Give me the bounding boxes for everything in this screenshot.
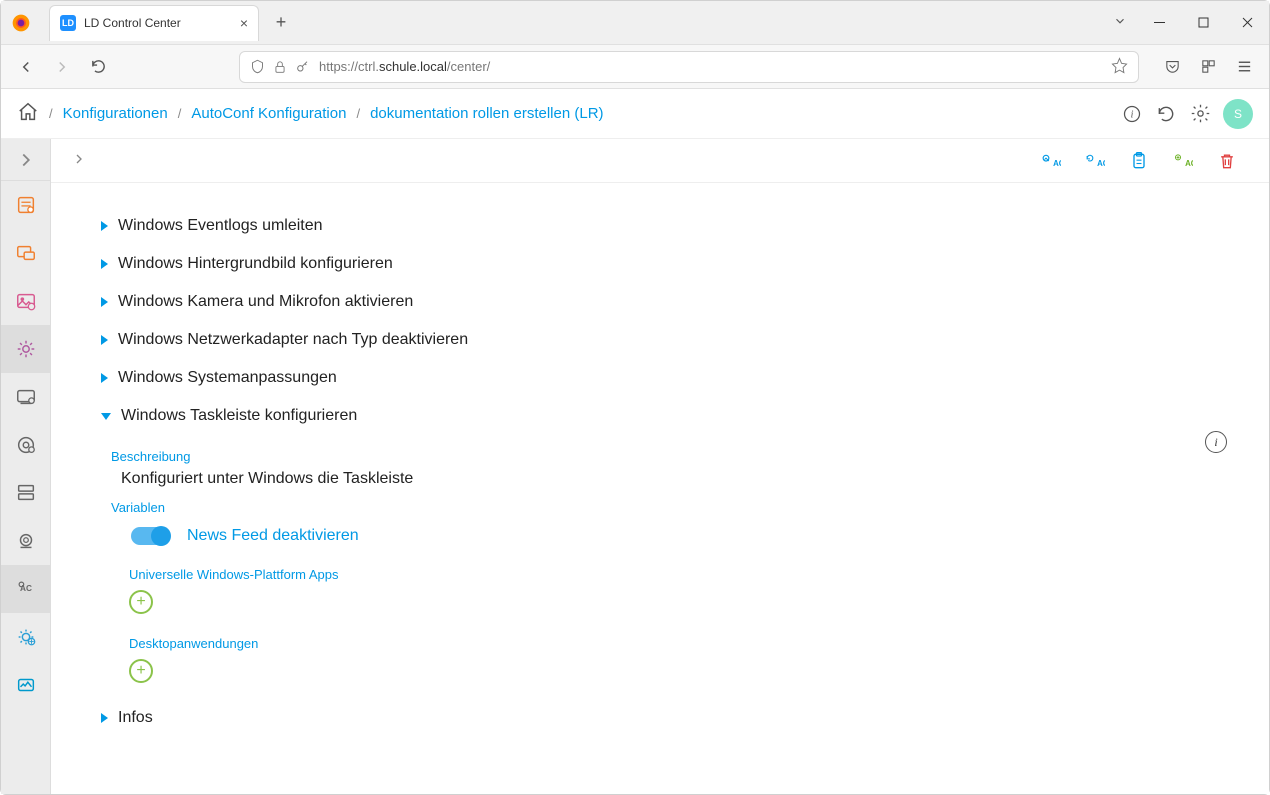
sidebar-item-7[interactable] [1, 469, 51, 517]
toggle-switch[interactable] [131, 527, 169, 545]
expand-icon[interactable] [101, 297, 108, 307]
subheader-expand-icon[interactable] [71, 151, 87, 170]
info-icon[interactable]: i [1205, 431, 1227, 453]
expand-icon[interactable] [101, 221, 108, 231]
shield-icon [250, 59, 265, 74]
nav-forward-button [47, 52, 77, 82]
subheader: AC AC AC [51, 139, 1269, 183]
breadcrumb-link-2[interactable]: dokumentation rollen erstellen (LR) [370, 105, 603, 122]
url-text: https://ctrl.schule.local/center/ [319, 59, 490, 74]
action-delete[interactable] [1205, 144, 1249, 178]
settings-gear-icon[interactable] [1185, 99, 1215, 129]
info-icon[interactable]: i [1117, 99, 1147, 129]
key-icon [295, 59, 311, 75]
expand-icon[interactable] [101, 373, 108, 383]
action-ac-3[interactable]: AC [1161, 144, 1205, 178]
breadcrumb: / Konfigurationen / AutoConf Konfigurati… [1, 89, 1269, 139]
browser-titlebar: LD LD Control Center × + [1, 1, 1269, 45]
sidebar-item-ac[interactable]: AC [1, 565, 51, 613]
action-clipboard[interactable] [1117, 144, 1161, 178]
sidebar-expand-button[interactable] [1, 139, 51, 181]
svg-text:i: i [1131, 109, 1134, 120]
window-maximize-button[interactable] [1181, 1, 1225, 45]
nav-reload-button[interactable] [83, 52, 113, 82]
section-label: Beschreibung [111, 449, 1249, 464]
firefox-icon [1, 13, 41, 33]
tab-title: LD Control Center [84, 16, 181, 30]
add-button[interactable]: + [129, 659, 153, 683]
expand-icon[interactable] [101, 713, 108, 723]
svg-text:AC: AC [1053, 159, 1061, 168]
sidebar-item-5[interactable] [1, 373, 51, 421]
toggle-label: News Feed deaktivieren [187, 527, 359, 545]
section-label: Variablen [111, 500, 1249, 515]
section-label: Universelle Windows-Plattform Apps [129, 567, 1249, 582]
svg-text:AC: AC [1097, 159, 1105, 168]
collapse-icon[interactable] [101, 413, 111, 420]
expand-icon[interactable] [101, 259, 108, 269]
sidebar-item-11[interactable] [1, 661, 51, 709]
sidebar-item-1[interactable] [1, 181, 51, 229]
tree-node[interactable]: Windows Eventlogs umleiten [101, 211, 1249, 241]
tree-node[interactable]: Windows Kamera und Mikrofon aktivieren [101, 287, 1249, 317]
sidebar: AC [1, 139, 51, 794]
tree-node[interactable]: Windows Hintergrundbild konfigurieren [101, 249, 1249, 279]
new-tab-button[interactable]: + [267, 9, 295, 37]
sidebar-item-2[interactable] [1, 229, 51, 277]
tab-favicon: LD [60, 15, 76, 31]
sidebar-item-6[interactable] [1, 421, 51, 469]
refresh-icon[interactable] [1151, 99, 1181, 129]
svg-text:AC: AC [20, 584, 32, 593]
window-close-button[interactable] [1225, 1, 1269, 45]
add-button[interactable]: + [129, 590, 153, 614]
lock-icon [273, 60, 287, 74]
tree-node[interactable]: Windows Systemanpassungen [101, 363, 1249, 393]
url-bar[interactable]: https://ctrl.schule.local/center/ [239, 51, 1139, 83]
window-minimize-button[interactable] [1137, 1, 1181, 45]
bookmark-star-icon[interactable] [1111, 57, 1128, 77]
svg-text:AC: AC [1185, 159, 1193, 168]
action-ac-2[interactable]: AC [1073, 144, 1117, 178]
home-icon[interactable] [17, 101, 39, 126]
tab-close-icon[interactable]: × [240, 15, 248, 31]
sidebar-item-8[interactable] [1, 517, 51, 565]
sidebar-item-settings[interactable] [1, 325, 51, 373]
action-ac-1[interactable]: AC [1029, 144, 1073, 178]
pocket-icon[interactable] [1157, 52, 1187, 82]
browser-tab[interactable]: LD LD Control Center × [49, 5, 259, 41]
tree-view: Windows Eventlogs umleiten Windows Hinte… [51, 183, 1269, 794]
menu-icon[interactable] [1229, 52, 1259, 82]
browser-toolbar: https://ctrl.schule.local/center/ [1, 45, 1269, 89]
nav-back-button[interactable] [11, 52, 41, 82]
section-label: Desktopanwendungen [129, 636, 1249, 651]
description-text: Konfiguriert unter Windows die Taskleist… [121, 470, 1249, 488]
sidebar-item-3[interactable] [1, 277, 51, 325]
breadcrumb-link-0[interactable]: Konfigurationen [63, 105, 168, 122]
tree-node[interactable]: Infos [101, 703, 1249, 733]
avatar[interactable]: S [1223, 99, 1253, 129]
expand-icon[interactable] [101, 335, 108, 345]
tree-node-expanded: Windows Taskleiste konfigurieren i Besch… [101, 401, 1249, 689]
tree-node[interactable]: Windows Netzwerkadapter nach Typ deaktiv… [101, 325, 1249, 355]
breadcrumb-link-1[interactable]: AutoConf Konfiguration [191, 105, 346, 122]
extensions-icon[interactable] [1193, 52, 1223, 82]
tabs-dropdown-icon[interactable] [1113, 14, 1127, 31]
sidebar-item-10[interactable] [1, 613, 51, 661]
